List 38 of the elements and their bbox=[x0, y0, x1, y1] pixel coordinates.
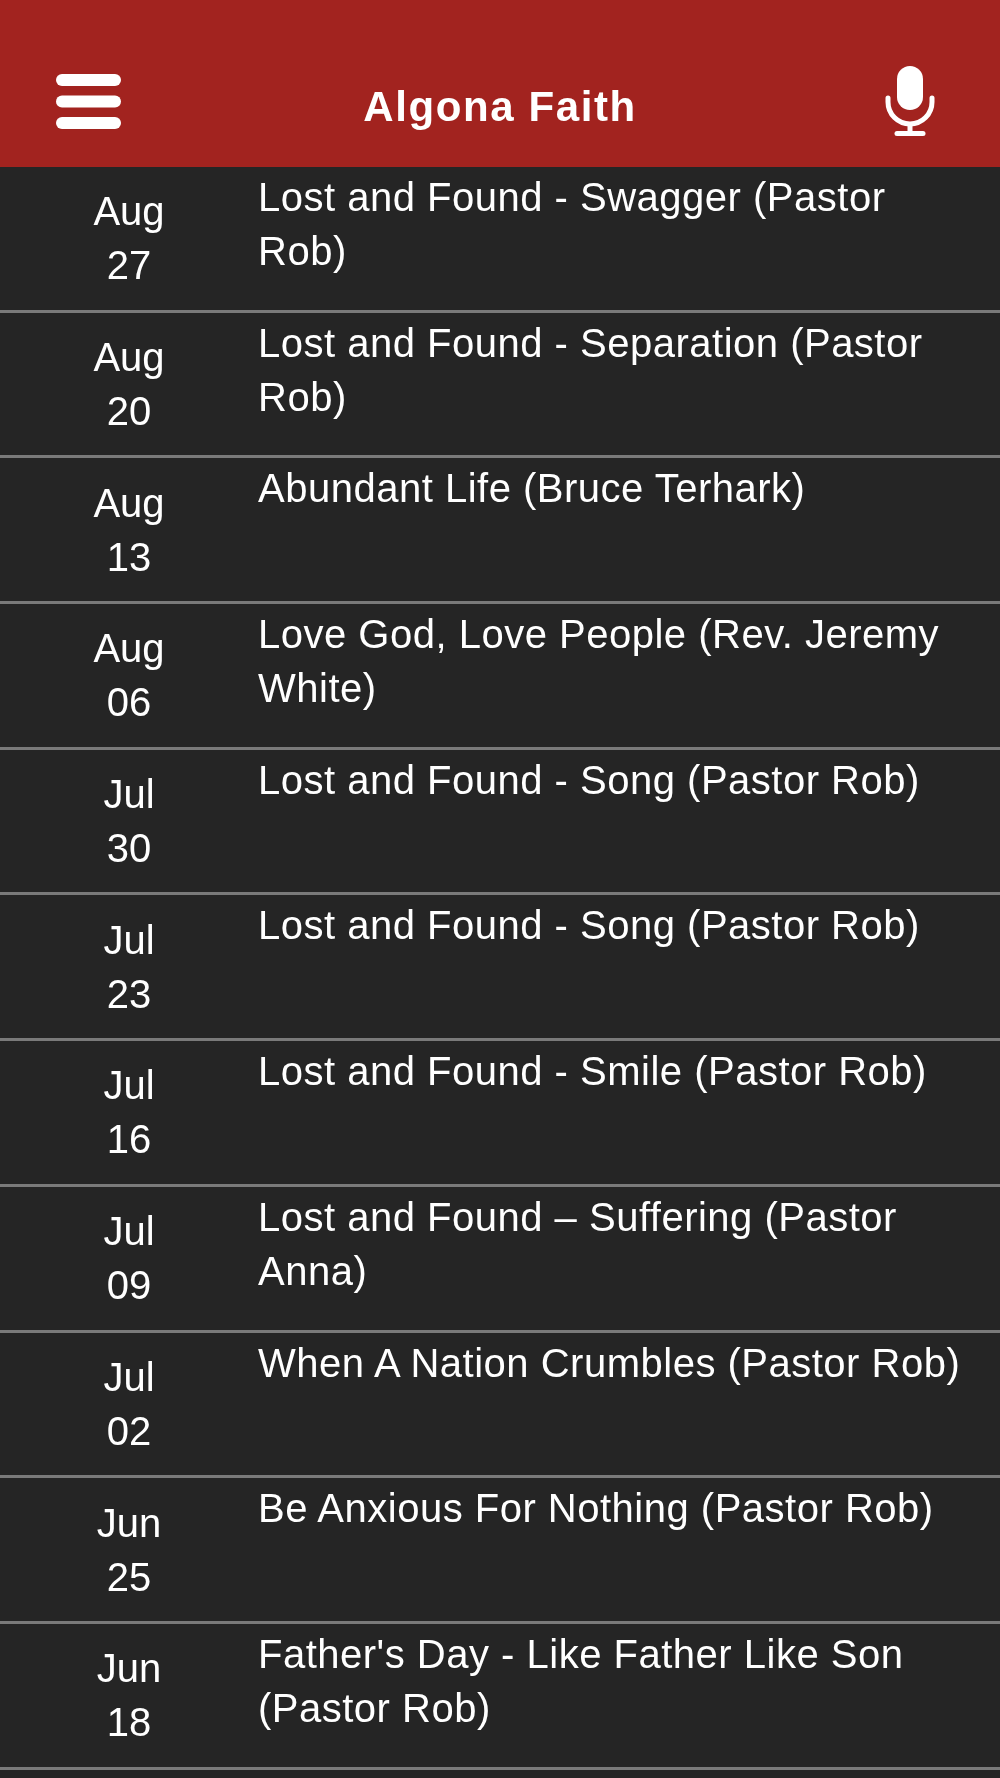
date-day: 13 bbox=[106, 529, 152, 584]
microphone-button[interactable] bbox=[885, 66, 935, 136]
sermon-title[interactable]: Love God, Love People (Rev. Jeremy White) bbox=[258, 607, 982, 716]
date-month: Jul bbox=[103, 1062, 155, 1110]
menu-icon bbox=[56, 73, 121, 129]
date-month: Aug bbox=[93, 188, 165, 236]
date-day: 25 bbox=[106, 1549, 152, 1604]
date-day: 27 bbox=[106, 238, 152, 293]
date-month: Aug bbox=[93, 625, 165, 673]
date-month: Aug bbox=[93, 479, 165, 527]
date-month: Jun bbox=[96, 1499, 162, 1547]
date-day: 20 bbox=[106, 384, 152, 439]
sermon-title[interactable]: When A Nation Crumbles (Pastor Rob) bbox=[258, 1335, 982, 1390]
date-day: 06 bbox=[106, 675, 152, 730]
sermon-title[interactable]: Lost and Found - Separation (Pastor Rob) bbox=[258, 315, 982, 424]
sermon-title[interactable]: Abundant Life (Bruce Terhark) bbox=[258, 461, 982, 516]
menu-button[interactable] bbox=[56, 73, 121, 129]
date-day: 09 bbox=[106, 1258, 152, 1313]
app-title: Algona Faith bbox=[363, 81, 637, 132]
sermon-title[interactable]: Father's Day - Like Father Like Son (Pastor Rob) bbox=[258, 1626, 982, 1735]
sermon-title[interactable]: Lost and Found - Smile (Pastor Rob) bbox=[258, 1044, 982, 1099]
date-day: 02 bbox=[106, 1403, 152, 1458]
date-month: Jul bbox=[103, 1353, 155, 1401]
date-month: Jul bbox=[103, 1208, 155, 1256]
date-day: 23 bbox=[106, 966, 152, 1021]
sermon-title[interactable]: Lost and Found - Song (Pastor Rob) bbox=[258, 898, 982, 953]
sermon-title[interactable]: Lost and Found - Swagger (Pastor Rob) bbox=[258, 170, 982, 278]
microphone-icon bbox=[885, 66, 935, 136]
date-month: Aug bbox=[93, 334, 165, 382]
date-month: Jul bbox=[103, 916, 155, 964]
date-day: 16 bbox=[106, 1112, 152, 1167]
sermon-title[interactable]: Lost and Found – Suffering (Pastor Anna) bbox=[258, 1189, 982, 1298]
date-day: 18 bbox=[106, 1695, 152, 1750]
sermon-title[interactable]: Be Anxious For Nothing (Pastor Rob) bbox=[258, 1481, 982, 1536]
date-month: Jul bbox=[103, 771, 155, 819]
sermon-title[interactable]: Lost and Found - Song (Pastor Rob) bbox=[258, 752, 982, 807]
date-month: Jun bbox=[96, 1645, 162, 1693]
date-day: 30 bbox=[106, 821, 152, 876]
